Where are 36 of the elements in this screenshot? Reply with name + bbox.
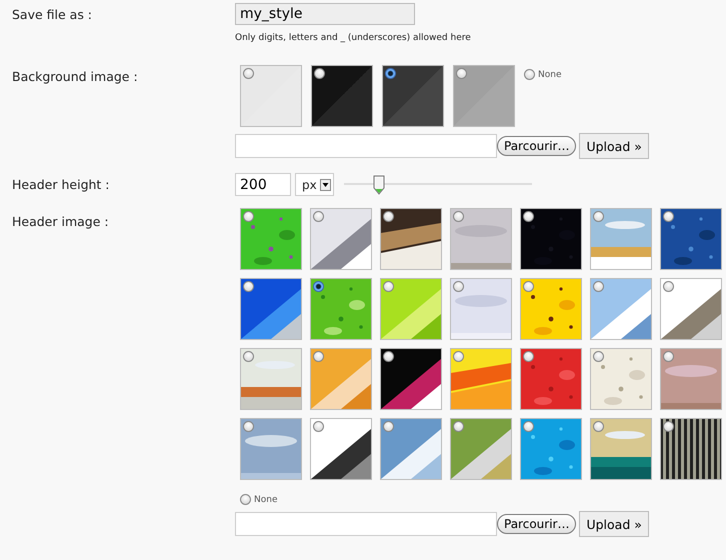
none-label: None: [538, 70, 562, 80]
radio-button[interactable]: [385, 68, 396, 79]
radio-button[interactable]: [314, 68, 325, 79]
background-swatch[interactable]: [382, 65, 444, 127]
header-image-option[interactable]: [660, 418, 722, 480]
field-label: Save file as :: [11, 6, 94, 24]
radio-button[interactable]: [456, 68, 467, 79]
height-slider[interactable]: [344, 174, 532, 196]
radio-button[interactable]: [524, 69, 535, 80]
file-name-field[interactable]: my_style: [235, 3, 415, 25]
none-label: None: [254, 494, 278, 504]
header-image-option[interactable]: [520, 208, 582, 270]
header-image-option[interactable]: [310, 418, 372, 480]
caret-icon: [320, 178, 331, 190]
background-swatch[interactable]: [240, 65, 302, 127]
radio-button[interactable]: [243, 68, 254, 79]
file-path-field[interactable]: [235, 512, 497, 536]
hint-text: Only digits, letters and _ (underscores) allowed here: [235, 33, 471, 43]
upload-button[interactable]: Upload »: [579, 511, 649, 537]
field-label: Header height :: [11, 176, 111, 194]
unit-dropdown[interactable]: px: [295, 173, 334, 196]
background-swatch[interactable]: [311, 65, 373, 127]
radio-button[interactable]: [240, 494, 251, 505]
field-label: Background image :: [11, 68, 139, 86]
field-label: Header image :: [11, 213, 110, 231]
file-path-field[interactable]: [235, 134, 497, 158]
header-image-option[interactable]: [380, 208, 442, 270]
browse-button[interactable]: Parcourir…: [497, 136, 576, 156]
header-image-option[interactable]: [380, 348, 442, 410]
upload-button[interactable]: Upload »: [579, 133, 649, 159]
header-image-option[interactable]: [660, 208, 722, 270]
slider-handle[interactable]: [373, 174, 386, 194]
browse-button[interactable]: Parcourir…: [497, 514, 576, 534]
background-swatch[interactable]: [453, 65, 515, 127]
header-image-option[interactable]: [590, 418, 652, 480]
height-field[interactable]: 200: [235, 173, 291, 196]
